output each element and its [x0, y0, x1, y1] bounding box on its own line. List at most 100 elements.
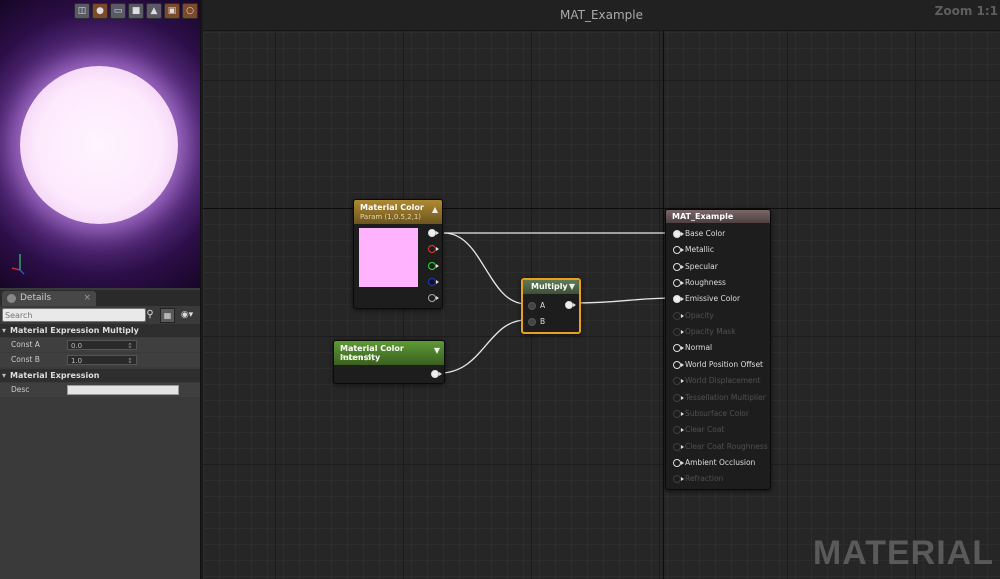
cube-icon[interactable]: ■ [128, 3, 144, 19]
result-input-pin[interactable] [673, 393, 684, 402]
input-b-pin[interactable] [528, 318, 536, 326]
collapse-arrow-icon[interactable]: ▼ [569, 282, 575, 291]
grid-view-icon[interactable]: ▦ [160, 308, 175, 323]
axis-gizmo-icon [11, 254, 25, 275]
property-label: Const A [11, 340, 40, 349]
node-material-color-intensity[interactable]: Material Color Intensity Param (5) ▼ [333, 340, 445, 384]
output-pin[interactable] [565, 301, 576, 309]
result-input-label: Subsurface Color [685, 408, 749, 418]
category-title: Material Expression Multiply [10, 326, 139, 335]
close-icon[interactable]: × [83, 291, 91, 306]
node-header[interactable]: Multiply ▼ [523, 280, 579, 294]
result-input-label: Clear Coat Roughness [685, 441, 768, 451]
collapse-triangle-icon: ▾ [2, 371, 7, 380]
left-panel: ◫ ● ▭ ■ ▲ ▣ ○ Details × ⚲ ▦ ◉▾ ▾Material… [0, 0, 201, 579]
output-a-pin[interactable] [428, 294, 439, 302]
node-material-color[interactable]: Material Color Param (1,0.5,2,1) ▲ [353, 199, 443, 309]
node-header[interactable]: MAT_Example [666, 210, 770, 223]
preview-sphere [20, 66, 178, 224]
wire-multiply-to-emissive [573, 297, 675, 304]
output-r-pin[interactable] [428, 245, 439, 253]
result-input-label: Metallic [685, 245, 714, 255]
details-tabbar: Details × [0, 290, 200, 306]
result-input-label: Roughness [685, 278, 726, 288]
output-g-pin[interactable] [428, 262, 439, 270]
result-input-pin[interactable] [673, 377, 684, 386]
material-graph[interactable]: MAT_Example Zoom 1:1 Material Color Para… [203, 0, 1000, 579]
result-input-pin[interactable] [673, 328, 684, 337]
input-b-label: B [540, 317, 546, 326]
node-subtitle: Param (5) [340, 354, 375, 362]
result-input-label: Opacity [685, 310, 714, 320]
category-material-expression[interactable]: ▾ Material Expression [0, 369, 200, 382]
output-b-pin[interactable] [428, 278, 439, 286]
node-header[interactable]: Material Color Param (1,0.5,2,1) ▲ [354, 200, 442, 224]
node-title: Multiply [531, 282, 568, 291]
property-const-b: Const B 1.0 ↕ [0, 353, 200, 367]
result-input-label: Clear Coat [685, 425, 725, 435]
connection-wires [439, 232, 675, 374]
result-input-pin[interactable] [673, 360, 684, 369]
wire-color-to-multiply-a [443, 232, 527, 305]
node-title: Material Color [360, 203, 424, 212]
result-input-pin[interactable] [673, 279, 684, 288]
result-input-label: Ambient Occlusion [685, 457, 756, 467]
details-icon [7, 294, 16, 303]
property-desc: Desc [0, 383, 200, 397]
category-material-expression-multiply[interactable]: ▾ Material Expression Multiply [0, 324, 200, 337]
search-input[interactable] [2, 308, 146, 322]
result-input-label: Normal [685, 343, 713, 353]
result-input-pin[interactable] [673, 295, 684, 304]
result-input-pin[interactable] [673, 426, 684, 435]
result-input-pin[interactable] [673, 246, 684, 255]
category-title: Material Expression [10, 371, 100, 380]
result-input-pin[interactable] [673, 409, 684, 418]
details-tab-label: Details [20, 293, 52, 303]
result-input-label: Specular [685, 261, 718, 271]
result-input-label: Base Color [685, 229, 726, 238]
search-icon[interactable]: ⚲ [143, 308, 157, 322]
wire-intensity-to-multiply-b [439, 319, 527, 374]
watermark: MATERIAL [812, 534, 994, 572]
result-input-pin[interactable] [673, 458, 684, 467]
input-a-pin[interactable] [528, 302, 536, 310]
collapse-arrow-icon[interactable]: ▲ [432, 205, 438, 214]
result-input-label: World Position Offset [685, 359, 763, 369]
mesh-icon[interactable]: ▲ [146, 3, 162, 19]
node-multiply[interactable]: Multiply ▼ A B [521, 278, 581, 334]
result-input-label: Refraction [685, 474, 724, 484]
result-input-pin[interactable] [673, 344, 684, 353]
tab-details[interactable]: Details × [2, 291, 96, 306]
result-input-pin[interactable] [673, 262, 684, 271]
node-material-result[interactable]: MAT_Example Base Color Metallic Specular Ro… [665, 209, 771, 490]
material-preview-viewport[interactable]: ◫ ● ▭ ■ ▲ ▣ ○ [0, 0, 200, 288]
result-input-pin[interactable] [673, 442, 684, 451]
plane-icon[interactable]: ▭ [110, 3, 126, 19]
preview-toolbar: ◫ ● ▭ ■ ▲ ▣ ○ [74, 3, 198, 19]
const-a-field[interactable]: 0.0 ↕ [67, 340, 137, 350]
eye-icon[interactable]: ◉▾ [176, 308, 198, 322]
cylinder-icon[interactable]: ◫ [74, 3, 90, 19]
collapse-arrow-icon[interactable]: ▼ [434, 346, 440, 355]
node-header[interactable]: Material Color Intensity Param (5) ▼ [334, 341, 444, 365]
node-title: MAT_Example [672, 212, 734, 221]
result-input-pin[interactable] [673, 311, 684, 320]
result-input-label: Emissive Color [685, 294, 741, 304]
result-input-label: World Displacement [685, 376, 761, 386]
node-subtitle: Param (1,0.5,2,1) [360, 213, 422, 221]
color-swatch [359, 228, 418, 287]
output-pin[interactable] [431, 370, 442, 378]
desc-field[interactable] [67, 385, 179, 395]
input-a-label: A [540, 301, 546, 310]
sphere-icon[interactable]: ● [92, 3, 108, 19]
details-search-row: ⚲ ▦ ◉▾ [0, 307, 200, 323]
realtime-icon[interactable]: ○ [182, 3, 198, 19]
result-input-pin[interactable] [673, 475, 684, 484]
output-rgb-pin[interactable] [428, 229, 439, 237]
const-b-field[interactable]: 1.0 ↕ [67, 355, 137, 365]
texture-icon[interactable]: ▣ [164, 3, 180, 19]
property-label: Desc [11, 385, 30, 394]
property-label: Const B [11, 355, 40, 364]
property-const-a: Const A 0.0 ↕ [0, 338, 200, 352]
result-input-pin[interactable] [673, 230, 684, 238]
